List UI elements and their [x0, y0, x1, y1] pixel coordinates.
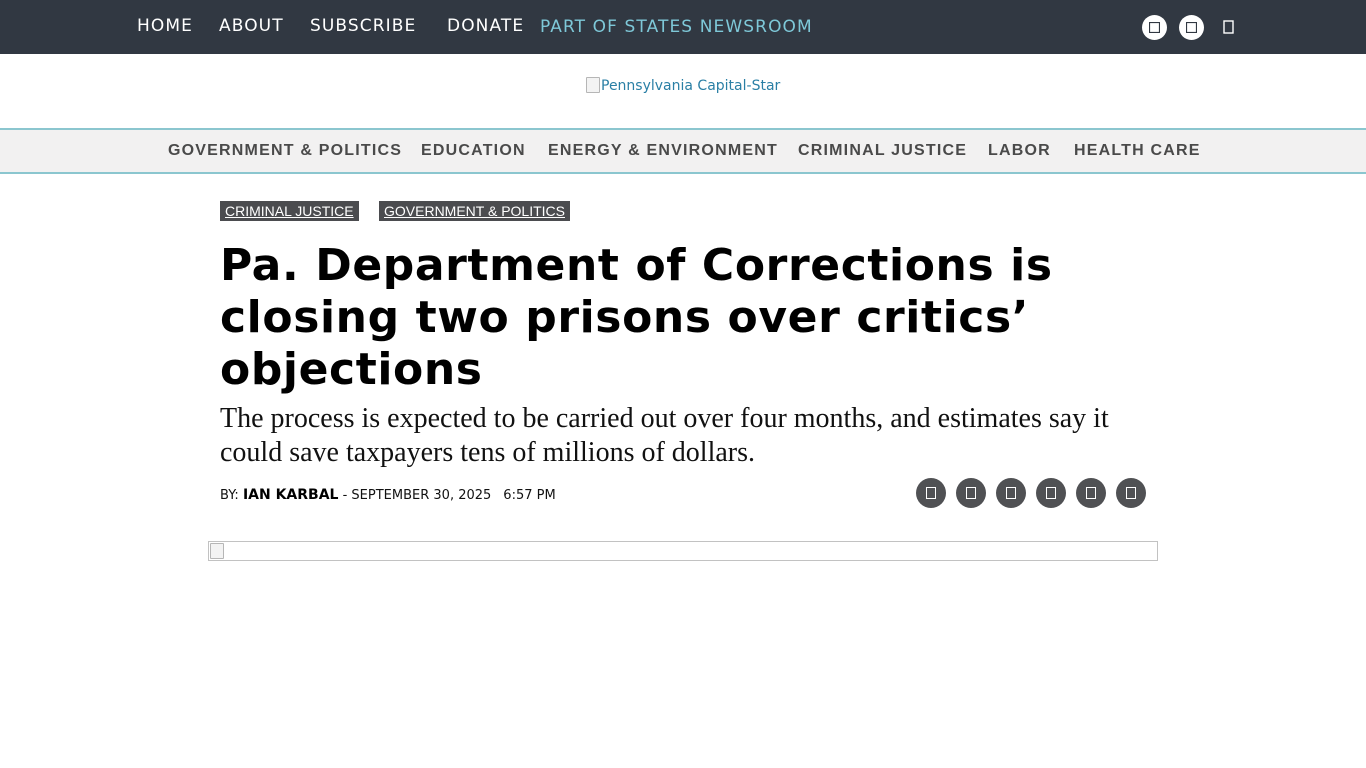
cat-government-politics[interactable]: GOVERNMENT & POLITICS: [168, 141, 402, 161]
twitter-share-icon[interactable]: [956, 478, 986, 508]
byline: BY: IAN KARBAL - SEPTEMBER 30, 2025 6:57 …: [220, 485, 556, 505]
nav-about-link[interactable]: ABOUT: [219, 15, 284, 37]
facebook-share-icon[interactable]: [916, 478, 946, 508]
hero-image: [208, 541, 1158, 561]
search-icon[interactable]: [1222, 20, 1236, 34]
tag-government-politics[interactable]: GOVERNMENT & POLITICS: [379, 201, 570, 221]
linkedin-share-icon[interactable]: [996, 478, 1026, 508]
cat-labor[interactable]: LABOR: [988, 141, 1051, 161]
broken-image-icon: [210, 543, 224, 559]
article-headline: Pa. Department of Corrections is closing…: [220, 240, 1053, 395]
logo-link[interactable]: Pennsylvania Capital-Star: [586, 74, 780, 98]
nav-donate-link[interactable]: DONATE: [447, 15, 524, 37]
byline-prefix: BY:: [220, 488, 243, 503]
author-link[interactable]: IAN KARBAL: [243, 487, 339, 503]
twitter-icon[interactable]: [1179, 15, 1204, 40]
site-logo[interactable]: Pennsylvania Capital-Star: [586, 74, 780, 98]
cat-education[interactable]: EDUCATION: [421, 141, 526, 161]
cat-criminal-justice[interactable]: CRIMINAL JUSTICE: [798, 141, 967, 161]
nav-subscribe-link[interactable]: SUBSCRIBE: [310, 15, 416, 37]
top-bar: HOME ABOUT SUBSCRIBE DONATE PART OF STAT…: [0, 0, 1366, 54]
logo-alt-text: Pennsylvania Capital-Star: [601, 78, 781, 94]
facebook-icon[interactable]: [1142, 15, 1167, 40]
states-newsroom-link[interactable]: PART OF STATES NEWSROOM: [540, 16, 813, 38]
category-nav: GOVERNMENT & POLITICS EDUCATION ENERGY &…: [0, 128, 1366, 174]
broken-image-icon: [586, 77, 600, 93]
republish-icon[interactable]: [1116, 478, 1146, 508]
cat-energy-environment[interactable]: ENERGY & ENVIRONMENT: [548, 141, 778, 161]
email-share-icon[interactable]: [1036, 478, 1066, 508]
print-share-icon[interactable]: [1076, 478, 1106, 508]
nav-home-link[interactable]: HOME: [137, 15, 193, 37]
publish-time: 6:57 PM: [503, 488, 556, 503]
cat-health-care[interactable]: HEALTH CARE: [1074, 141, 1201, 161]
tag-criminal-justice[interactable]: CRIMINAL JUSTICE: [220, 201, 359, 221]
article-subheadline: The process is expected to be carried ou…: [220, 403, 1109, 468]
publish-date: - SEPTEMBER 30, 2025: [338, 488, 492, 503]
